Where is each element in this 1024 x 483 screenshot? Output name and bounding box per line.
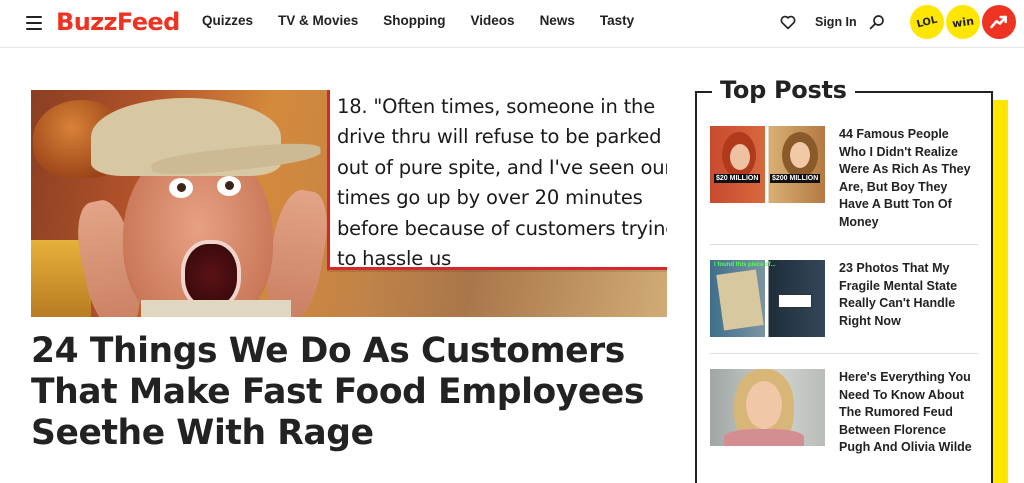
divider bbox=[710, 353, 978, 354]
buzzfeed-logo[interactable]: BuzzFeed bbox=[56, 8, 180, 36]
quote-text: 18. "Often times, someone in the drive t… bbox=[337, 95, 667, 271]
top-post-thumbnail[interactable]: $20 MILLION $200 MILLION bbox=[710, 126, 825, 203]
left-eye bbox=[169, 178, 193, 198]
top-posts-heading: Top Posts bbox=[712, 76, 855, 104]
thumb-tag: $200 MILLION bbox=[770, 174, 821, 183]
divider bbox=[710, 244, 978, 245]
sign-in-link[interactable]: Sign In bbox=[815, 15, 857, 29]
hamburger-menu-icon[interactable] bbox=[26, 16, 42, 30]
top-post-thumbnail[interactable] bbox=[710, 369, 825, 446]
nav-item-tasty[interactable]: Tasty bbox=[600, 13, 634, 28]
trending-badge[interactable] bbox=[982, 5, 1016, 39]
win-badge[interactable]: win bbox=[943, 2, 983, 42]
lol-badge[interactable]: LOL bbox=[906, 1, 948, 43]
top-post-title[interactable]: 44 Famous People Who I Didn't Realize We… bbox=[839, 126, 978, 231]
nav-item-quizzes[interactable]: Quizzes bbox=[202, 13, 253, 28]
hero-image[interactable]: 18. "Often times, someone in the drive t… bbox=[31, 90, 667, 317]
top-post-title[interactable]: Here's Everything You Need To Know About… bbox=[839, 369, 978, 457]
top-post-title[interactable]: 23 Photos That My Fragile Mental State R… bbox=[839, 260, 978, 330]
right-eye bbox=[217, 176, 241, 196]
main-nav: Quizzes TV & Movies Shopping Videos News… bbox=[202, 13, 659, 28]
search-icon[interactable] bbox=[868, 13, 886, 31]
shirt-collar bbox=[141, 300, 291, 317]
nav-item-news[interactable]: News bbox=[540, 13, 575, 28]
thumb-tag: $20 MILLION bbox=[714, 174, 761, 183]
trending-icon bbox=[990, 15, 1007, 29]
quote-overlay: 18. "Often times, someone in the drive t… bbox=[327, 90, 667, 270]
thumb-tag: I found this piece of... bbox=[714, 262, 776, 268]
nav-item-tv-movies[interactable]: TV & Movies bbox=[278, 13, 358, 28]
top-post-thumbnail[interactable]: I found this piece of... bbox=[710, 260, 825, 337]
hero-headline[interactable]: 24 Things We Do As Customers That Make F… bbox=[31, 331, 651, 454]
nav-item-shopping[interactable]: Shopping bbox=[383, 13, 445, 28]
site-header: BuzzFeed Quizzes TV & Movies Shopping Vi… bbox=[0, 0, 1024, 48]
nav-item-videos[interactable]: Videos bbox=[471, 13, 515, 28]
heart-icon[interactable] bbox=[779, 13, 797, 31]
